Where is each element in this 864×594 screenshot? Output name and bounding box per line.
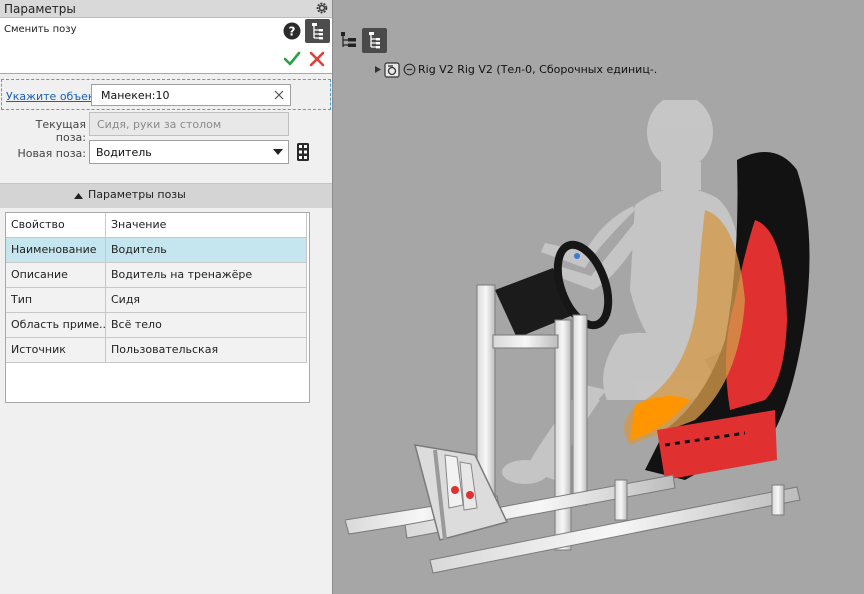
cell-value[interactable]: Водитель [106,238,306,262]
panel-title: Параметры [4,2,76,16]
new-pose-label: Новая поза: [17,147,86,160]
current-pose-label: Текущая поза: [35,118,86,144]
table-row[interactable]: Источник Пользовательская [6,338,306,363]
object-value: Манекен:10 [101,89,170,102]
select-object-link[interactable]: Укажите объект [6,90,101,103]
dropdown-arrow-icon[interactable] [273,149,283,156]
help-icon[interactable]: ? [282,21,302,41]
command-header: Сменить позу ? [0,18,332,74]
table-row[interactable]: Наименование Водитель [6,238,306,263]
cell-property: Тип [6,288,106,312]
ok-icon[interactable] [282,49,302,69]
object-field[interactable]: Манекен:10 [91,84,291,106]
parameters-panel: Параметры Сменить позу ? Укажите объект … [0,0,333,594]
rig-model-render [345,100,810,574]
table-scroll-edge [306,213,307,363]
section-title: Параметры позы [88,188,186,201]
properties-table: Свойство Значение Наименование Водитель … [5,212,310,403]
clear-icon[interactable] [272,88,286,102]
column-header-property: Свойство [6,213,106,237]
tree-view-button[interactable] [362,28,387,53]
minus-circle-icon [403,63,416,76]
new-pose-select[interactable]: Водитель [89,140,289,164]
object-selection-row: Укажите объект Манекен:10 [1,79,331,110]
pose-library-icon[interactable] [295,142,311,162]
tree-structure-icon[interactable] [339,30,359,50]
table-header: Свойство Значение [6,213,306,238]
cell-property: Источник [6,338,106,362]
new-pose-value: Водитель [96,146,152,159]
cell-property: Наименование [6,238,106,262]
cell-property: Область приме... [6,313,106,337]
cell-property: Описание [6,263,106,287]
panel-title-bar: Параметры [0,0,332,18]
assembly-icon [384,62,400,78]
cell-value[interactable]: Всё тело [106,313,306,337]
gear-icon[interactable] [315,1,329,15]
current-pose-field: Сидя, руки за столом [89,112,289,136]
table-row[interactable]: Тип Сидя [6,288,306,313]
tree-view-button[interactable] [305,19,330,43]
tree-view-icon [312,23,323,40]
cancel-icon[interactable] [307,49,327,69]
column-header-value: Значение [111,218,167,231]
cell-value[interactable]: Пользовательская [106,338,306,362]
pose-parameters-section[interactable]: Параметры позы [0,183,332,208]
table-row[interactable]: Область приме... Всё тело [6,313,306,338]
model-tree-item-label[interactable]: Rig V2 Rig V2 (Тел-0, Сборочных единиц-. [418,63,657,76]
cell-value[interactable]: Водитель на тренажёре [106,263,306,287]
tree-view-icon [369,32,380,49]
expand-arrow-icon[interactable] [375,66,381,73]
command-name: Сменить позу [4,24,77,35]
table-row[interactable]: Описание Водитель на тренажёре [6,263,306,288]
current-pose-value: Сидя, руки за столом [97,118,222,131]
cell-value[interactable]: Сидя [106,288,306,312]
svg-text:?: ? [289,25,296,39]
